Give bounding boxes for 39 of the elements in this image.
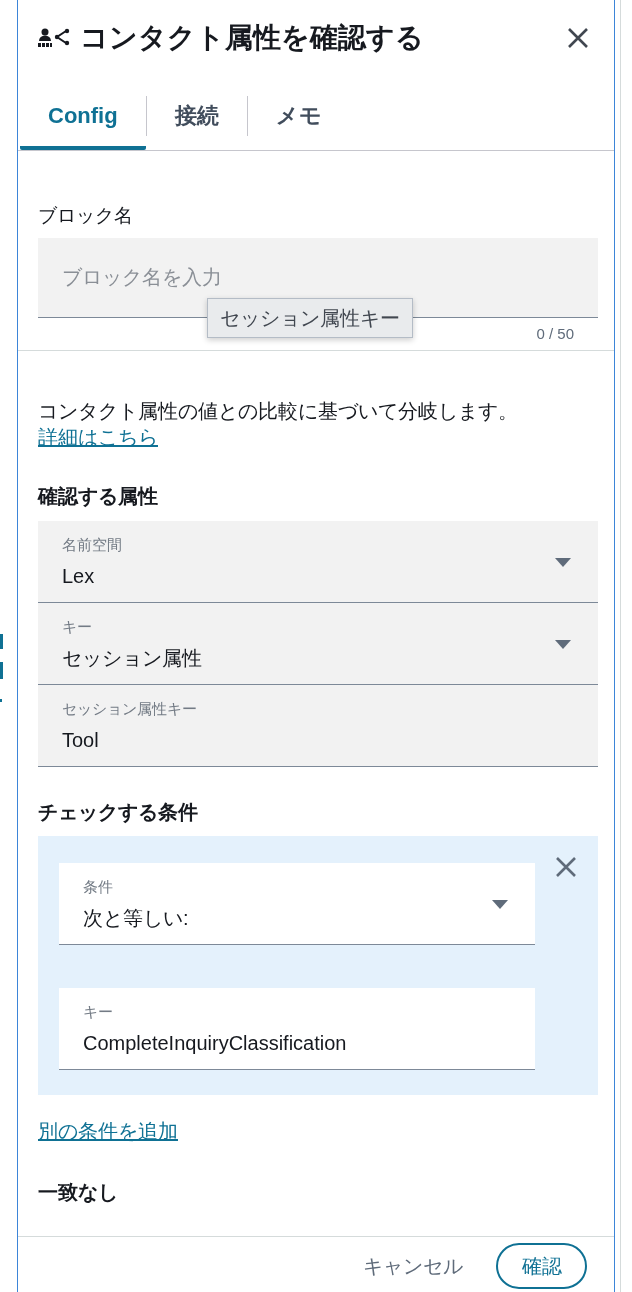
- section-heading: 一致なし: [38, 1180, 119, 1205]
- field-label: 条件: [83, 877, 113, 897]
- field-label: セッション属性キー: [62, 699, 197, 719]
- field-value: Lex: [62, 564, 95, 589]
- section-heading: チェックする条件: [38, 800, 199, 825]
- text-input-field[interactable]: キー CompleteInquiryClassification: [59, 988, 535, 1070]
- field-value: 次と等しい:: [83, 906, 189, 931]
- caret-down-icon: [492, 899, 508, 909]
- field-value: セッション属性: [62, 646, 202, 671]
- field-value: Tool: [62, 728, 99, 753]
- remove-condition-button[interactable]: [556, 857, 576, 877]
- field-label: 名前空間: [62, 535, 122, 555]
- section-heading: 確認する属性: [38, 484, 159, 509]
- panel-title: コンタクト属性を確認する: [80, 21, 425, 55]
- select-field[interactable]: 条件 次と等しい:: [59, 863, 535, 945]
- tab[interactable]: Config: [20, 94, 146, 150]
- tooltip: セッション属性キー: [207, 298, 413, 338]
- learn-more-link[interactable]: 詳細はこちら: [38, 426, 158, 448]
- cancel-button[interactable]: キャンセル: [363, 1253, 463, 1279]
- field-label: キー: [62, 617, 92, 637]
- add-condition-link[interactable]: 別の条件を追加: [38, 1118, 178, 1144]
- text-input-field[interactable]: セッション属性キー Tool: [38, 685, 598, 767]
- close-icon: [556, 857, 576, 877]
- close-button[interactable]: [568, 28, 588, 48]
- description-text: コンタクト属性の値との比較に基づいて分岐します。 詳細はこちら: [38, 399, 519, 450]
- caret-down-icon: [555, 639, 571, 649]
- field-value: CompleteInquiryClassification: [83, 1031, 347, 1056]
- person-branch-icon: [38, 28, 70, 48]
- confirm-button[interactable]: 確認: [496, 1243, 587, 1289]
- caret-down-icon: [555, 557, 571, 567]
- field-label: ブロック名: [38, 204, 134, 228]
- character-counter: 0 / 50: [535, 324, 575, 344]
- select-field[interactable]: キー セッション属性: [38, 603, 598, 685]
- tab[interactable]: 接続: [146, 94, 247, 150]
- node-fragment-drawing: [0, 632, 4, 704]
- select-field[interactable]: 名前空間 Lex: [38, 521, 598, 603]
- close-icon: [568, 28, 588, 48]
- field-label: キー: [83, 1002, 113, 1022]
- tab[interactable]: メモ: [247, 94, 350, 150]
